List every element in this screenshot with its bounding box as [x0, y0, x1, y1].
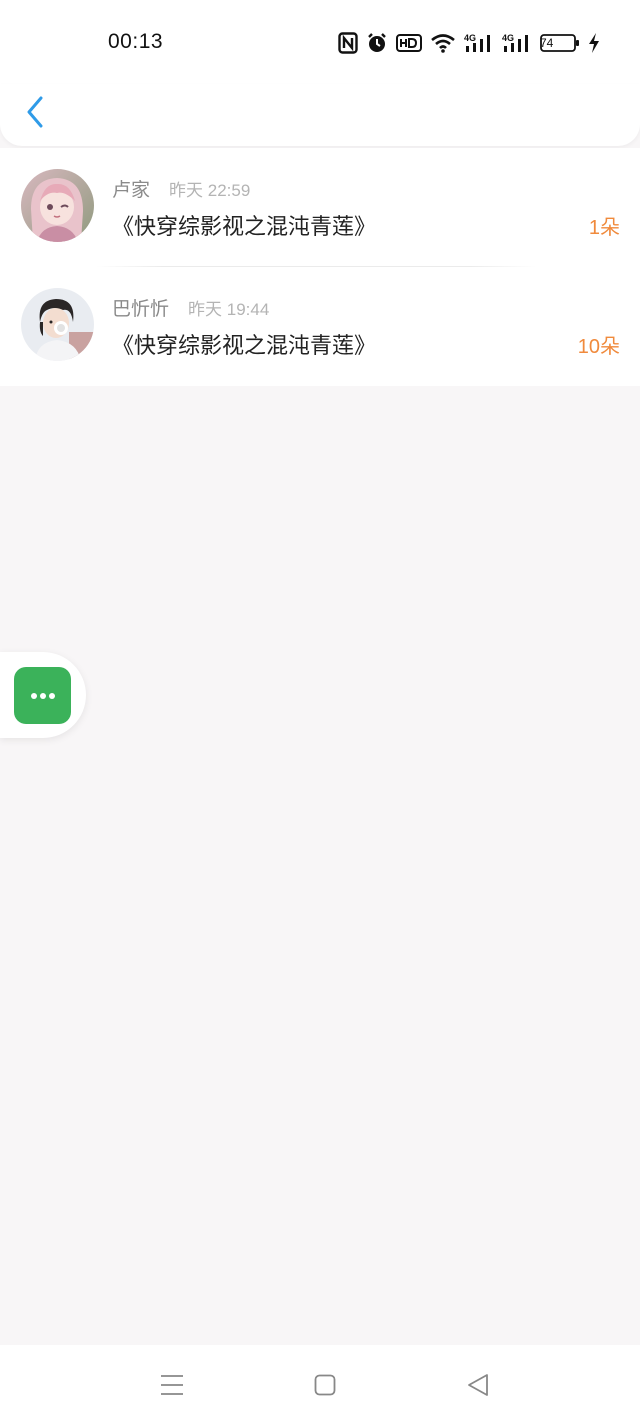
username: 巴忻忻: [112, 298, 170, 320]
home-square-icon: [314, 1374, 336, 1396]
nav-back-button[interactable]: [458, 1367, 498, 1403]
item-meta: 巴忻忻 昨天 19:44: [112, 294, 270, 320]
status-bar: 00:13 4G 4G 74: [0, 0, 640, 84]
back-button[interactable]: [18, 92, 52, 132]
nfc-icon: [338, 32, 358, 54]
more-dots-icon: [30, 692, 55, 699]
charging-icon: [588, 32, 600, 54]
svg-text:4G: 4G: [464, 33, 476, 43]
book-title: 《快穿综影视之混沌青莲》: [112, 334, 377, 359]
list-item[interactable]: 卢家 昨天 22:59 《快穿综影视之混沌青莲》 1朵: [0, 148, 640, 267]
signal-4g-icon: 4G: [464, 32, 494, 54]
system-nav-bar: [0, 1345, 640, 1423]
list-item[interactable]: 巴忻忻 昨天 19:44 《快穿综影视之混沌青莲》 10朵: [0, 267, 640, 386]
status-time: 00:13: [108, 30, 164, 53]
alarm-icon: [366, 32, 388, 54]
username: 卢家: [112, 179, 151, 201]
avatar[interactable]: [21, 288, 94, 361]
nav-menu-button[interactable]: [152, 1367, 192, 1403]
item-meta: 卢家 昨天 22:59: [112, 175, 251, 201]
book-title: 《快穿综影视之混沌青莲》: [112, 215, 377, 240]
back-triangle-icon: [468, 1374, 488, 1396]
battery-level: 74: [540, 36, 554, 50]
wifi-icon: [430, 32, 456, 54]
svg-text:4G: 4G: [502, 33, 514, 43]
more-button[interactable]: [14, 667, 71, 724]
timestamp: 昨天 22:59: [169, 181, 251, 200]
signal-4g-icon: 4G: [502, 32, 532, 54]
nav-home-button[interactable]: [305, 1367, 345, 1403]
reward-list: 卢家 昨天 22:59 《快穿综影视之混沌青莲》 1朵 巴忻忻 昨天 19:44: [0, 148, 640, 386]
avatar[interactable]: [21, 169, 94, 242]
app-header: [0, 84, 640, 146]
status-icons: 4G 4G 74: [338, 30, 600, 56]
chevron-left-icon: [27, 96, 43, 128]
hd-icon: [396, 33, 422, 53]
reward-amount: 1朵: [588, 217, 620, 239]
timestamp: 昨天 19:44: [188, 300, 270, 319]
reward-amount: 10朵: [577, 336, 620, 358]
battery-icon: 74: [540, 33, 580, 53]
floating-dock: [0, 652, 86, 738]
menu-icon: [161, 1375, 183, 1395]
